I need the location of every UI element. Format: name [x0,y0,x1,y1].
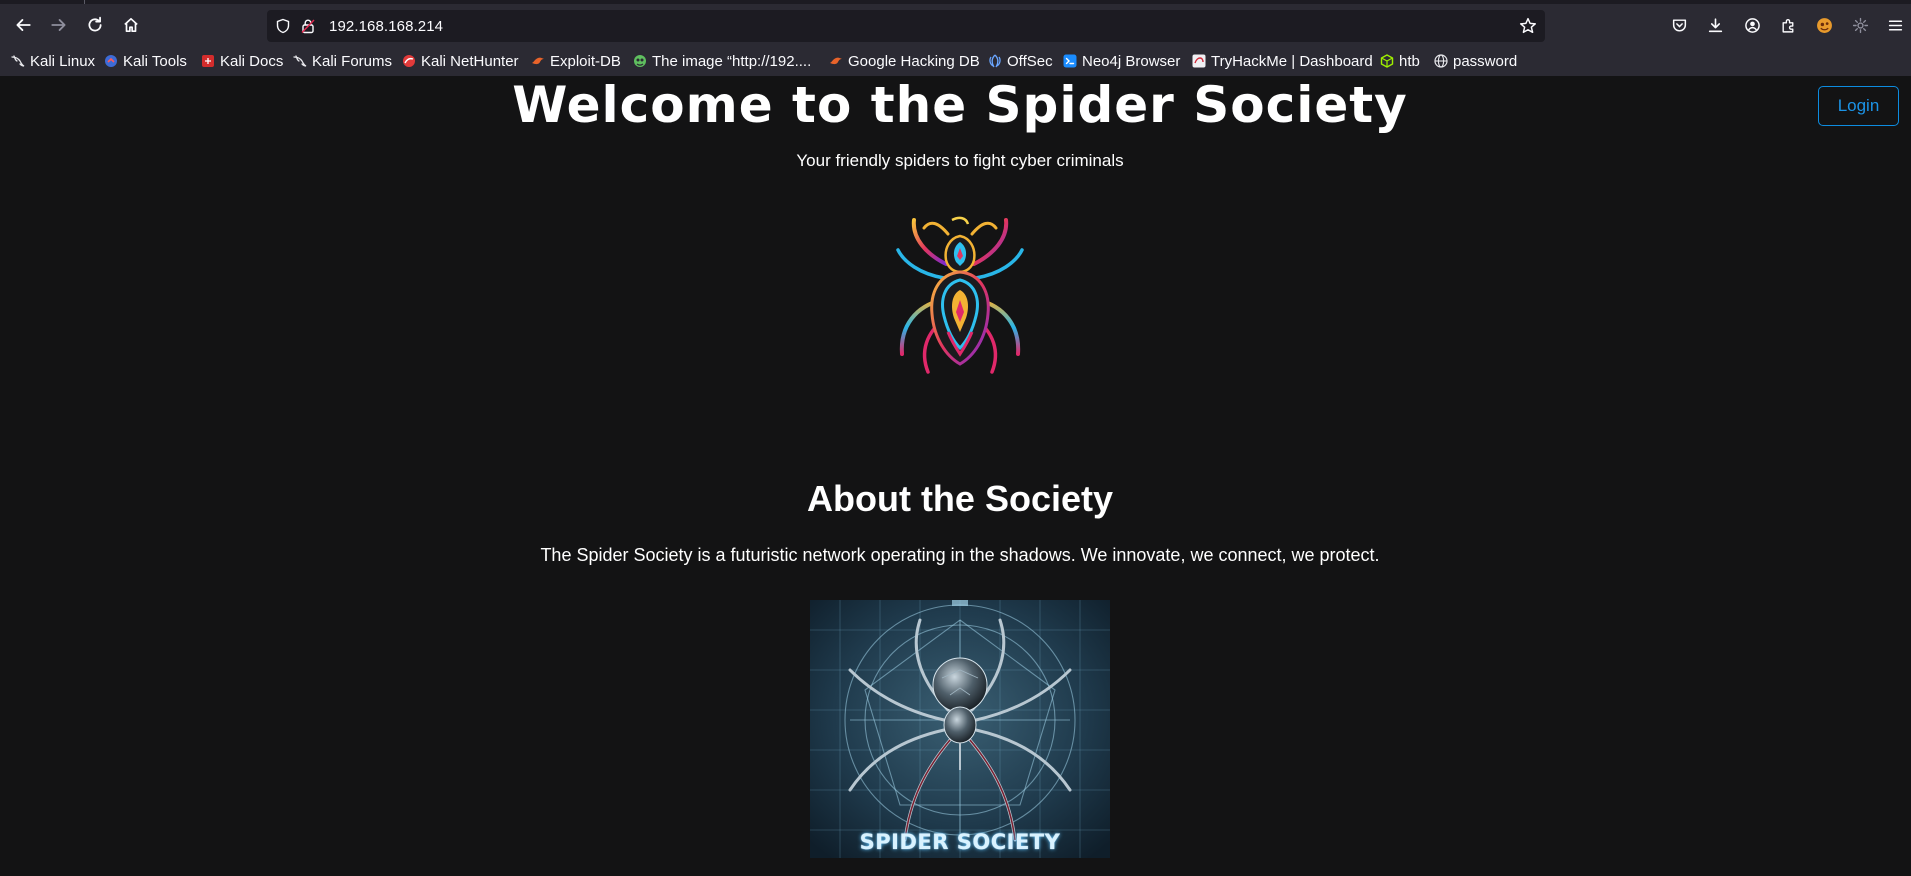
kali-dragon-icon [11,54,25,68]
bookmark-label: TryHackMe | Dashboard [1211,52,1373,70]
exploit-db-icon [829,54,843,68]
extensions-button[interactable] [1776,13,1800,37]
account-button[interactable] [1740,13,1764,37]
page-title: Welcome to the Spider Society [512,76,1408,134]
tracking-protection-shield-icon[interactable] [275,18,291,34]
settings-extension-button[interactable] [1848,13,1872,37]
arrow-right-icon [51,19,66,31]
bookmark-label: password [1453,52,1518,70]
insecure-lock-icon[interactable] [300,18,316,34]
reload-button[interactable] [79,9,111,41]
browser-chrome: 192.168.168.214 Kali Linux Kali Tools Ka… [0,0,1911,76]
bookmark-label: The image “http://192.... [652,52,812,70]
bookmark-tryhackme[interactable]: TryHackMe | Dashboard [1192,50,1373,72]
bookmark-offsec[interactable]: OffSec [988,50,1053,72]
profile-icon [1816,17,1832,33]
page-subtitle: Your friendly spiders to fight cyber cri… [796,151,1124,170]
extensions-icon [1781,18,1793,33]
reload-icon [88,16,102,32]
app-menu-button[interactable] [1883,13,1907,37]
bookmark-kali-docs[interactable]: Kali Docs [201,50,283,72]
back-button[interactable] [7,9,39,41]
bookmark-label: Kali NetHunter [421,52,519,70]
navigation-toolbar: 192.168.168.214 [0,4,1911,46]
neo4j-icon [1063,54,1077,68]
home-icon [124,17,138,33]
bookmark-label: Exploit-DB [550,52,621,70]
bookmark-label: Kali Tools [123,52,187,70]
url-text[interactable]: 192.168.168.214 [329,18,443,35]
pocket-button[interactable] [1667,13,1691,37]
image-icon [633,54,647,68]
offsec-icon [988,54,1002,68]
spider-logo-image [896,216,1024,374]
bookmark-label: Kali Forums [312,52,393,70]
url-bar[interactable]: 192.168.168.214 [267,10,1545,42]
tryhackme-icon [1192,54,1206,68]
bookmark-star-icon[interactable] [1519,17,1537,35]
htb-cube-icon [1380,54,1394,68]
account-icon [1744,17,1760,33]
about-text: The Spider Society is a futuristic netwo… [540,545,1380,565]
kali-tools-icon [104,54,118,68]
about-heading: About the Society [806,478,1114,519]
bookmarks-toolbar: Kali Linux Kali Tools Kali Docs Kali For… [0,46,1911,76]
bookmark-password[interactable]: password [1434,50,1517,72]
bookmark-google-hacking-db[interactable]: Google Hacking DB [829,50,980,72]
exploit-db-icon [531,54,545,68]
arrow-left-icon [16,19,31,31]
bookmark-kali-nethunter[interactable]: Kali NetHunter [402,50,519,72]
bookmark-kali-linux[interactable]: Kali Linux [11,50,95,72]
bookmark-label: Kali Linux [30,52,96,70]
nethunter-icon [402,54,416,68]
bookmark-label: Neo4j Browser [1082,52,1181,70]
bookmark-neo4j-browser[interactable]: Neo4j Browser [1063,50,1180,72]
download-icon [1708,17,1722,32]
forward-button[interactable] [43,9,75,41]
bookmark-label: OffSec [1007,52,1053,70]
profile-extension-button[interactable] [1812,13,1836,37]
poster-caption: SPIDER SOCIETY [859,830,1061,854]
kali-dragon-icon [293,54,307,68]
page-content: Welcome to the Spider Society Your frien… [0,76,1911,876]
bookmark-label: Kali Docs [220,52,284,70]
bookmark-image-link[interactable]: The image “http://192.... [633,50,811,72]
bookmark-exploit-db[interactable]: Exploit-DB [531,50,621,72]
bookmark-htb[interactable]: htb [1380,50,1420,72]
pocket-icon [1672,18,1686,32]
bookmark-kali-forums[interactable]: Kali Forums [293,50,392,72]
bookmark-label: Google Hacking DB [848,52,980,70]
globe-icon [1434,54,1448,68]
login-button[interactable]: Login [1818,86,1899,126]
home-button[interactable] [115,9,147,41]
bookmark-label: htb [1399,52,1420,70]
settings-icon [1852,17,1868,33]
kali-docs-icon [201,54,215,68]
bookmark-kali-tools[interactable]: Kali Tools [104,50,187,72]
spider-society-poster-image: SPIDER SOCIETY [810,600,1110,858]
menu-icon [1888,19,1902,31]
downloads-button[interactable] [1703,13,1727,37]
